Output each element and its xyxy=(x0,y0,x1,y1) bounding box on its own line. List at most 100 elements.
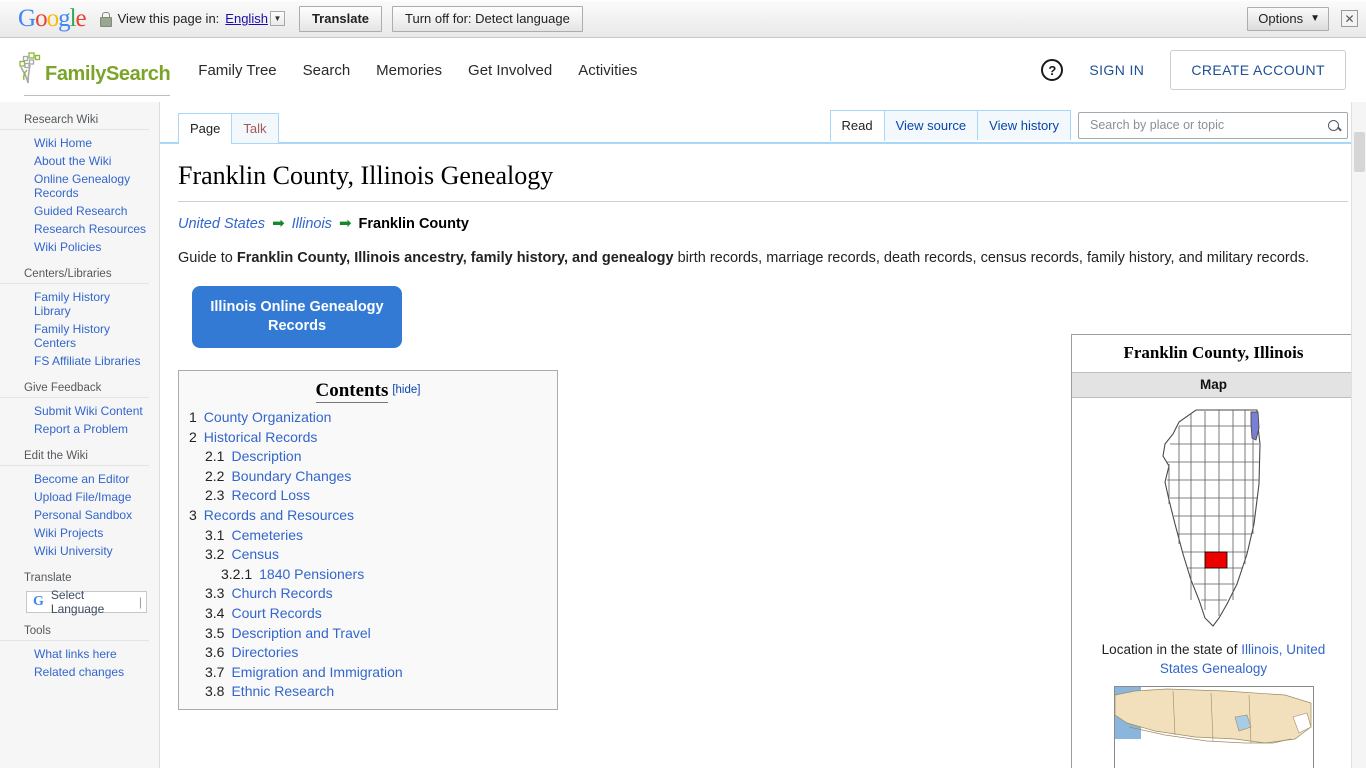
sidebar-item-report-a-problem[interactable]: Report a Problem xyxy=(34,420,149,438)
illinois-county-map xyxy=(1072,398,1355,636)
sidebar-item-wiki-projects[interactable]: Wiki Projects xyxy=(34,524,149,542)
tabs-left: Page Talk xyxy=(178,113,279,144)
toc-entry-label[interactable]: Ethnic Research xyxy=(231,682,334,702)
toc-entry[interactable]: 3.7 Emigration and Immigration xyxy=(189,663,547,683)
nav-item-get-involved[interactable]: Get Involved xyxy=(468,62,552,79)
sidebar-heading-translate: Translate xyxy=(24,572,72,584)
translate-button[interactable]: Translate xyxy=(298,5,383,32)
sidebar-item-what-links-here[interactable]: What links here xyxy=(34,645,149,663)
toc-entry-label[interactable]: Emigration and Immigration xyxy=(231,663,402,683)
tab-talk[interactable]: Talk xyxy=(231,113,279,143)
sidebar-item-family-history-library[interactable]: Family History Library xyxy=(34,288,149,320)
intro-rest: birth records, marriage records, death r… xyxy=(673,249,1310,266)
close-icon[interactable]: ✕ xyxy=(1341,10,1358,27)
sidebar-item-online-genealogy-records[interactable]: Online Genealogy Records xyxy=(34,170,149,202)
vertical-scrollbar[interactable] xyxy=(1351,102,1366,768)
sidebar-item-upload-file-image[interactable]: Upload File/Image xyxy=(34,488,149,506)
toc-entry-label[interactable]: Description and Travel xyxy=(231,624,370,644)
toc-entry-label[interactable]: Boundary Changes xyxy=(231,467,351,487)
toc-entry[interactable]: 1 County Organization xyxy=(189,408,547,428)
toc-entry-label[interactable]: Record Loss xyxy=(231,486,310,506)
sidebar-item-submit-wiki-content[interactable]: Submit Wiki Content xyxy=(34,402,149,420)
options-button[interactable]: Options ▼ xyxy=(1247,6,1329,31)
toc-entry-label[interactable]: Description xyxy=(231,447,301,467)
toc-entry[interactable]: 3.5 Description and Travel xyxy=(189,624,547,644)
nav-item-activities[interactable]: Activities xyxy=(578,62,637,79)
toc-entry-label[interactable]: Census xyxy=(231,545,278,565)
toc-entry[interactable]: 3.8 Ethnic Research xyxy=(189,682,547,702)
toc-entry-number: 1 xyxy=(189,409,197,425)
sidebar-item-family-history-centers[interactable]: Family History Centers xyxy=(34,320,149,352)
toc-entry[interactable]: 3 Records and Resources xyxy=(189,506,547,526)
toc-entry[interactable]: 3.6 Directories xyxy=(189,643,547,663)
tab-view-source[interactable]: View source xyxy=(883,110,979,140)
toc-entry-label[interactable]: 1840 Pensioners xyxy=(259,565,364,585)
tab-read[interactable]: Read xyxy=(829,110,885,141)
intro-lead: Guide to xyxy=(178,249,237,266)
lock-icon xyxy=(99,12,112,27)
tab-page[interactable]: Page xyxy=(178,113,233,144)
sidebar-item-fs-affiliate-libraries[interactable]: FS Affiliate Libraries xyxy=(34,352,149,370)
toc-entry-label[interactable]: Church Records xyxy=(231,584,332,604)
illinois-map-svg xyxy=(1161,409,1261,627)
toc-entry[interactable]: 3.2.1 1840 Pensioners xyxy=(189,565,547,585)
language-link[interactable]: English xyxy=(225,11,268,26)
site-header: FamilySearch Family Tree Search Memories… xyxy=(0,38,1366,102)
toc-entry[interactable]: 2.2 Boundary Changes xyxy=(189,467,547,487)
toc-entry[interactable]: 3.3 Church Records xyxy=(189,584,547,604)
turn-off-button[interactable]: Turn off for: Detect language xyxy=(392,5,583,32)
toc-entry-number: 2.1 xyxy=(205,448,225,465)
toc-entry-label[interactable]: Directories xyxy=(231,643,298,663)
search-icon[interactable] xyxy=(1328,119,1339,131)
sidebar-item-wiki-home[interactable]: Wiki Home xyxy=(34,134,149,152)
sign-in-link[interactable]: SIGN IN xyxy=(1089,62,1144,78)
options-label: Options xyxy=(1258,10,1304,26)
toc-entry[interactable]: 3.4 Court Records xyxy=(189,604,547,624)
toc-entry-label[interactable]: Records and Resources xyxy=(204,506,354,526)
toc-entry[interactable]: 3.1 Cemeteries xyxy=(189,526,547,546)
nav-item-memories[interactable]: Memories xyxy=(376,62,442,79)
toc-entry-number: 3 xyxy=(189,506,197,523)
chevron-down-icon[interactable]: ▼ xyxy=(269,11,285,26)
toc-entry-number: 3.6 xyxy=(205,644,225,661)
toc-entry-label[interactable]: County Organization xyxy=(204,408,332,428)
help-icon[interactable]: ? xyxy=(1041,59,1064,81)
familysearch-logo[interactable]: FamilySearch xyxy=(18,52,171,96)
create-account-button[interactable]: CREATE ACCOUNT xyxy=(1170,50,1346,90)
toc-entry-label[interactable]: Cemeteries xyxy=(231,526,303,546)
toc-entry[interactable]: 2 Historical Records xyxy=(189,428,547,448)
toc-list: 1 County Organization 2 Historical Records 2… xyxy=(189,408,547,702)
logo-underline xyxy=(24,95,171,96)
translate-prompt: View this page in: xyxy=(117,11,220,26)
infobox-title: Franklin County, Illinois xyxy=(1123,343,1304,362)
sidebar-item-become-an-editor[interactable]: Become an Editor xyxy=(34,470,149,488)
sidebar-item-research-resources[interactable]: Research Resources xyxy=(34,220,149,238)
franklin-county-highlight xyxy=(1204,551,1227,569)
nav-item-search[interactable]: Search xyxy=(303,62,351,79)
toc-entry[interactable]: 2.1 Description xyxy=(189,447,547,467)
select-language-dropdown[interactable]: G Select Language | xyxy=(26,588,147,616)
infobox: Franklin County, Illinois Map Location i… xyxy=(1071,334,1356,768)
sidebar-item-guided-research[interactable]: Guided Research xyxy=(34,202,149,220)
toc-hide-link[interactable]: [hide] xyxy=(392,384,420,396)
breadcrumb-united-states[interactable]: United States xyxy=(178,216,265,232)
toc-entry[interactable]: 2.3 Record Loss xyxy=(189,486,547,506)
toc-entry-label[interactable]: Historical Records xyxy=(204,428,318,448)
sidebar-item-personal-sandbox[interactable]: Personal Sandbox xyxy=(34,506,149,524)
sidebar-item-wiki-policies[interactable]: Wiki Policies xyxy=(34,238,149,256)
sidebar-item-related-changes[interactable]: Related changes xyxy=(34,663,149,681)
search-input[interactable] xyxy=(1088,117,1324,134)
sidebar-heading-tools: Tools xyxy=(24,625,51,637)
toc-entry[interactable]: 3.2 Census xyxy=(189,545,547,565)
tab-view-history[interactable]: View history xyxy=(977,110,1071,140)
sidebar-list: Become an Editor Upload File/Image Perso… xyxy=(0,465,149,560)
search-box[interactable] xyxy=(1078,111,1348,139)
scrollbar-thumb[interactable] xyxy=(1354,132,1365,172)
nav-item-family-tree[interactable]: Family Tree xyxy=(198,62,276,79)
toc-entry-label[interactable]: Court Records xyxy=(231,604,321,624)
sidebar-item-wiki-university[interactable]: Wiki University xyxy=(34,542,149,560)
breadcrumb-illinois[interactable]: Illinois xyxy=(292,216,332,232)
sidebar-item-about-the-wiki[interactable]: About the Wiki xyxy=(34,152,149,170)
toc-entry-number: 3.8 xyxy=(205,683,225,700)
illinois-online-genealogy-records-button[interactable]: Illinois Online Genealogy Records xyxy=(192,286,402,349)
